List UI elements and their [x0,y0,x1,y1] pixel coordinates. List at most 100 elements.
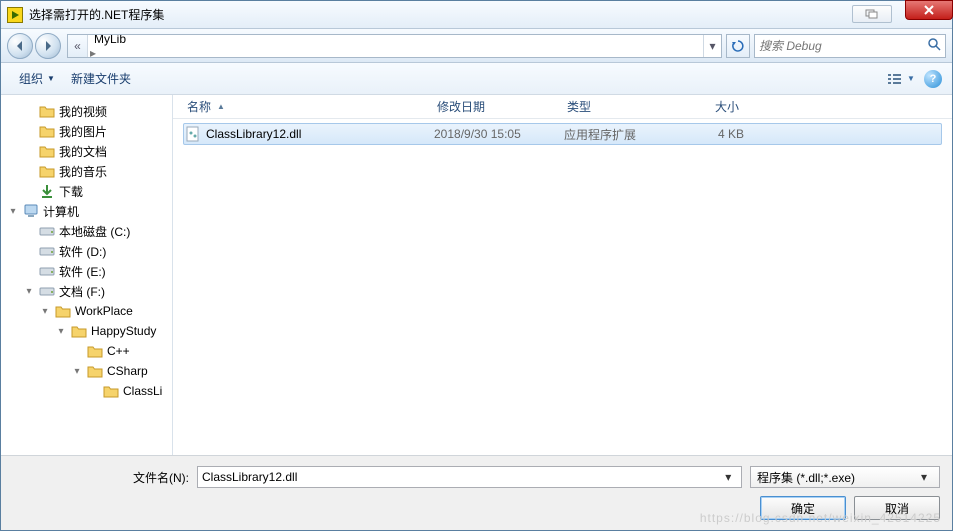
file-date: 2018/9/30 15:05 [434,127,564,141]
expand-icon[interactable]: ▾ [71,366,83,377]
refresh-icon [731,39,745,53]
folder-icon [103,383,119,399]
tree-node[interactable]: 软件 (E:) [1,261,172,281]
tree-node[interactable]: 本地磁盘 (C:) [1,221,172,241]
tree-label: 软件 (E:) [59,263,106,280]
tree-label: WorkPlace [75,304,133,318]
file-type: 应用程序扩展 [564,126,674,143]
file-pane: 名称▲ 修改日期 类型 大小 ClassLibrary12.dll 2018/9/… [173,95,952,455]
folder-tree: 我的视频我的图片我的文档我的音乐下载 ▾ 计算机本地磁盘 (C:)软件 (D:) 软件… [1,95,172,407]
tree-label: 我的视频 [59,103,107,120]
column-size[interactable]: 大小 [673,98,743,115]
file-row[interactable]: ClassLibrary12.dll 2018/9/30 15:05应用程序扩展4… [183,123,942,145]
tree-node[interactable]: 下载 [1,181,172,201]
tree-node[interactable]: 我的音乐 [1,161,172,181]
tree-node[interactable]: ▾ WorkPlace [1,301,172,321]
tree-node[interactable]: ▾文档 (F:) [1,281,172,301]
folder-icon [55,303,71,319]
folder-icon [39,163,55,179]
file-list[interactable]: ClassLibrary12.dll 2018/9/30 15:05应用程序扩展4… [173,119,952,455]
drive-icon [39,243,55,259]
filename-dropdown[interactable]: ▾ [720,470,737,484]
help-button[interactable]: ? [924,70,942,88]
tree-node[interactable]: ClassLi [1,381,172,401]
drive-icon [39,223,55,239]
tree-node[interactable]: ▾ HappyStudy [1,321,172,341]
tree-label: 计算机 [43,203,79,220]
back-button[interactable] [7,33,33,59]
pin-icon [865,9,879,19]
address-bar[interactable]: « WorkPlace▸HappyStudy▸CSharp▸MyLib▸Clas… [67,34,722,58]
column-type[interactable]: 类型 [563,98,673,115]
forward-button[interactable] [35,33,61,59]
navbar: « WorkPlace▸HappyStudy▸CSharp▸MyLib▸Clas… [1,29,952,63]
expand-icon[interactable]: ▾ [7,206,19,217]
tree-node[interactable]: ▾ CSharp [1,361,172,381]
refresh-button[interactable] [726,34,750,58]
search-input[interactable] [759,39,927,53]
body: 我的视频我的图片我的文档我的音乐下载 ▾ 计算机本地磁盘 (C:)软件 (D:) 软件… [1,95,952,455]
view-button[interactable]: ▼ [884,67,918,91]
filename-input[interactable] [202,470,720,484]
tree-label: C++ [107,344,130,358]
breadcrumb: WorkPlace▸HappyStudy▸CSharp▸MyLib▸ClassL… [88,34,180,58]
file-name: ClassLibrary12.dll [206,127,301,141]
folder-icon [87,363,103,379]
sort-asc-icon: ▲ [217,102,225,111]
ok-button[interactable]: 确定 [760,496,846,520]
expand-icon[interactable]: ▾ [39,306,51,317]
expand-icon[interactable]: ▾ [23,286,35,297]
search-icon[interactable] [927,37,941,54]
tree-label: 我的音乐 [59,163,107,180]
filename-field[interactable]: ▾ [197,466,742,488]
tree-label: CSharp [107,364,148,378]
tree-label: 我的图片 [59,123,107,140]
app-icon [7,7,23,23]
tree-node[interactable]: 软件 (D:) [1,241,172,261]
folder-icon [39,123,55,139]
tree-node[interactable]: 我的图片 [1,121,172,141]
new-folder-button[interactable]: 新建文件夹 [63,66,139,91]
tree-label: ClassLi [123,384,162,398]
chevron-down-icon: ▾ [915,470,933,484]
chevron-down-icon: ▼ [47,74,55,83]
computer-icon [23,203,39,219]
tree-label: HappyStudy [91,324,156,338]
filename-label: 文件名(N): [13,469,197,486]
down-icon [39,183,55,199]
tree-node[interactable]: C++ [1,341,172,361]
address-overflow[interactable]: « [68,35,88,57]
folder-icon [39,103,55,119]
close-icon [923,5,935,15]
tree-label: 本地磁盘 (C:) [59,223,130,240]
column-header: 名称▲ 修改日期 类型 大小 [173,95,952,119]
search-box[interactable] [754,34,946,58]
tree-node[interactable]: 我的视频 [1,101,172,121]
drive-icon [39,283,55,299]
window-title: 选择需打开的.NET程序集 [29,6,164,23]
folder-icon [71,323,87,339]
sidebar[interactable]: 我的视频我的图片我的文档我的音乐下载 ▾ 计算机本地磁盘 (C:)软件 (D:) 软件… [1,95,173,455]
chevron-down-icon: ▼ [907,74,915,83]
tree-label: 我的文档 [59,143,107,160]
tree-node[interactable]: 我的文档 [1,141,172,161]
close-button[interactable] [905,0,953,20]
drive-icon [39,263,55,279]
address-dropdown[interactable]: ▾ [703,35,721,57]
organize-button[interactable]: 组织▼ [11,66,63,91]
titlebar: 选择需打开的.NET程序集 [1,1,952,29]
chevron-right-icon: ▸ [88,46,98,58]
filter-dropdown[interactable]: 程序集 (*.dll;*.exe) ▾ [750,466,940,488]
expand-icon[interactable]: ▾ [55,326,67,337]
pin-button[interactable] [852,5,892,23]
view-icon [887,72,905,86]
toolbar: 组织▼ 新建文件夹 ▼ ? [1,63,952,95]
column-name[interactable]: 名称▲ [183,98,433,115]
breadcrumb-item[interactable]: MyLib [88,34,180,46]
dialog-window: 选择需打开的.NET程序集 « WorkPlace▸HappyStudy▸CSh… [0,0,953,531]
tree-node[interactable]: ▾ 计算机 [1,201,172,221]
file-size: 4 KB [674,127,744,141]
tree-label: 下载 [59,183,83,200]
cancel-button[interactable]: 取消 [854,496,940,520]
column-date[interactable]: 修改日期 [433,98,563,115]
